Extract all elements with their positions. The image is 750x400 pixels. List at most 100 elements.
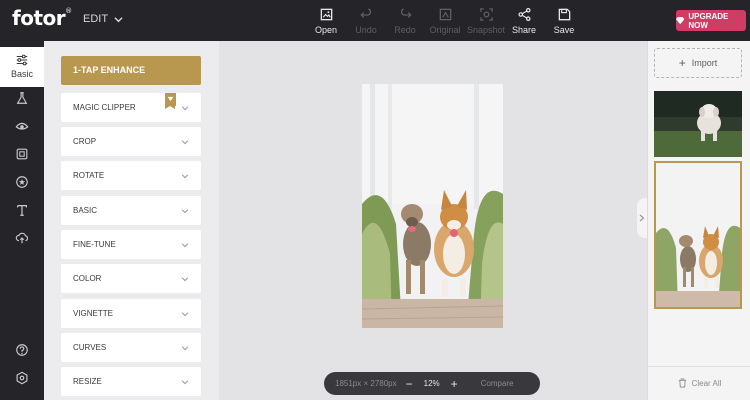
chevron-down-icon: [181, 312, 189, 317]
one-tap-enhance-button[interactable]: 1-TAP ENHANCE: [61, 56, 201, 85]
adjust-item-rotate[interactable]: ROTATE: [61, 161, 201, 190]
right-panel-collapse-handle[interactable]: [637, 198, 647, 238]
tool-rail: Basic: [0, 41, 44, 400]
adjust-item-crop[interactable]: CROP: [61, 127, 201, 156]
zoom-in-button[interactable]: +: [451, 377, 458, 391]
toolbar-original-label: Original: [429, 25, 461, 35]
adjust-item-magic-clipper[interactable]: MAGIC CLIPPER: [61, 93, 201, 122]
adjust-item-label: BASIC: [73, 206, 98, 215]
editor-canvas[interactable]: 1851px × 2780px − 12% + Compare: [219, 41, 641, 400]
adjust-item-label: ROTATE: [73, 171, 105, 180]
rail-upload-tab[interactable]: [0, 231, 44, 245]
redo-icon: [400, 8, 412, 18]
adjust-item-label: CURVES: [73, 343, 107, 352]
dogs-photo-illustration: [362, 84, 503, 328]
trash-icon: [678, 378, 686, 388]
eye-icon: [15, 122, 29, 130]
toolbar-share-button[interactable]: Share: [502, 7, 546, 35]
adjust-item-label: MAGIC CLIPPER: [73, 103, 136, 112]
premium-badge-icon: [165, 93, 176, 109]
toolbar-original-button[interactable]: Original: [423, 7, 467, 35]
toolbar-undo-label: Undo: [355, 25, 377, 35]
toolbar-snapshot-label: Snapshot: [466, 25, 506, 35]
top-bar: fotor® EDIT Open Undo Redo Original Snap…: [0, 0, 750, 41]
basic-adjustments-panel: 1-TAP ENHANCE MAGIC CLIPPER CROP ROTATE …: [44, 41, 219, 400]
diamond-icon: [676, 17, 685, 25]
rail-frames-tab[interactable]: [0, 147, 44, 161]
zoom-out-button[interactable]: −: [406, 377, 413, 391]
adjust-item-vignette[interactable]: VIGNETTE: [61, 299, 201, 328]
rail-stickers-tab[interactable]: [0, 175, 44, 189]
edit-mode-label: EDIT: [83, 13, 109, 25]
adjust-item-curves[interactable]: CURVES: [61, 333, 201, 362]
edited-photo[interactable]: [362, 84, 503, 328]
toolbar-redo-label: Redo: [394, 25, 416, 35]
sliders-icon: [16, 54, 28, 66]
settings-icon: [16, 371, 28, 385]
undo-icon: [359, 8, 371, 18]
chevron-down-icon: [181, 243, 189, 248]
chevron-down-icon: [181, 346, 189, 351]
zoom-level: 12%: [423, 379, 440, 388]
thumbnail-image-selected[interactable]: [654, 161, 742, 309]
rail-help-button[interactable]: [0, 343, 44, 357]
chevron-down-icon: [181, 277, 189, 282]
dogs-thumbnail-illustration: [656, 163, 740, 307]
help-icon: [16, 344, 28, 356]
plus-icon: +: [678, 56, 686, 70]
frame-icon: [16, 148, 28, 160]
rail-settings-button[interactable]: [0, 371, 44, 385]
toolbar-share-label: Share: [511, 25, 537, 35]
adjust-item-basic[interactable]: BASIC: [61, 196, 201, 225]
image-tray-panel: + Import Clear All: [647, 41, 750, 400]
cloud-upload-icon: [15, 232, 29, 244]
thumbnail-image[interactable]: [654, 91, 742, 157]
open-icon: [320, 8, 332, 21]
adjust-item-fine-tune[interactable]: FINE-TUNE: [61, 230, 201, 259]
adjust-item-label: CROP: [73, 137, 97, 146]
toolbar-open-label: Open: [314, 25, 338, 35]
chevron-down-icon: [181, 209, 189, 214]
adjust-item-label: RESIZE: [73, 377, 102, 386]
upgrade-now-button[interactable]: UPGRADE NOW: [676, 10, 746, 31]
upgrade-label: UPGRADE NOW: [688, 11, 729, 30]
import-label: Import: [691, 58, 718, 68]
rail-basic-label: Basic: [10, 69, 33, 79]
adjust-item-label: COLOR: [73, 274, 102, 283]
rail-basic-tab[interactable]: Basic: [0, 47, 44, 87]
rail-text-tab[interactable]: [0, 203, 44, 217]
chevron-down-icon: [181, 140, 189, 145]
toolbar-save-label: Save: [553, 25, 575, 35]
edit-mode-menu[interactable]: EDIT: [83, 13, 123, 25]
rail-beauty-tab[interactable]: [0, 119, 44, 133]
adjust-item-label: FINE-TUNE: [73, 240, 116, 249]
zoom-status-bar: 1851px × 2780px − 12% + Compare: [324, 372, 540, 395]
chevron-down-icon: [181, 174, 189, 179]
fotor-logo[interactable]: fotor®: [12, 6, 72, 30]
adjust-item-label: VIGNETTE: [73, 309, 114, 318]
share-icon: [517, 7, 531, 22]
image-dimensions: 1851px × 2780px: [335, 379, 397, 388]
toolbar-save-button[interactable]: Save: [542, 7, 586, 35]
toolbar-open-button[interactable]: Open: [304, 7, 348, 35]
chevron-right-icon: [639, 214, 645, 222]
puppy-thumbnail-illustration: [654, 91, 742, 157]
toolbar-undo-button[interactable]: Undo: [344, 7, 388, 35]
text-icon: [17, 205, 27, 216]
clear-all-label: Clear All: [691, 378, 722, 388]
chevron-down-icon: [181, 380, 189, 385]
sticker-icon: [16, 176, 28, 188]
save-icon: [558, 8, 570, 21]
import-button[interactable]: + Import: [654, 48, 742, 78]
toolbar-redo-button[interactable]: Redo: [383, 7, 427, 35]
original-icon: [439, 8, 451, 21]
adjust-item-resize[interactable]: RESIZE: [61, 367, 201, 396]
adjust-item-color[interactable]: COLOR: [61, 264, 201, 293]
snapshot-icon: [479, 8, 493, 21]
flask-icon: [16, 92, 28, 104]
chevron-down-icon: [114, 16, 123, 22]
rail-effects-tab[interactable]: [0, 91, 44, 105]
clear-all-button[interactable]: Clear All: [648, 366, 750, 388]
compare-button[interactable]: Compare: [481, 379, 514, 388]
chevron-down-icon: [181, 106, 189, 111]
